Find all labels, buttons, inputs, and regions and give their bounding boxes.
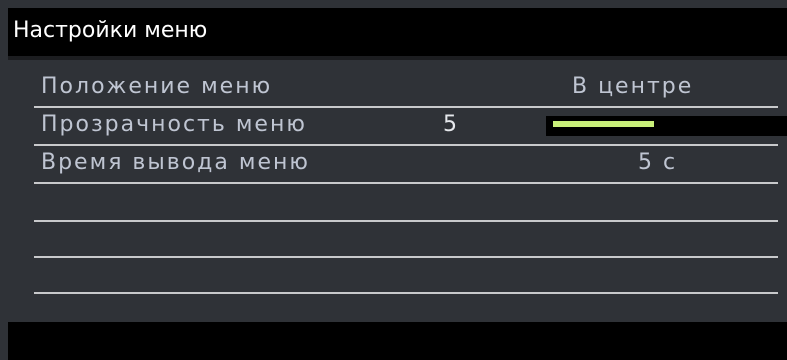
menu-display-time-row[interactable]: Время вывода меню 5 с [34,146,778,184]
osd-menu: Настройки меню Положение меню В центре П… [0,0,787,360]
menu-transparency-value: 5 [443,112,457,137]
menu-display-time-label: Время вывода меню [41,150,310,175]
menu-position-row[interactable]: Положение меню В центре [34,70,778,108]
menu-display-time-value[interactable]: 5 с [638,150,677,175]
bottom-bar [8,322,787,360]
menu-transparency-label: Прозрачность меню [41,112,307,137]
settings-panel: Положение меню В центре Прозрачность мен… [8,56,787,326]
menu-position-label: Положение меню [41,74,273,99]
transparency-slider-fill [553,121,654,127]
menu-transparency-row[interactable]: Прозрачность меню 5 [34,108,787,146]
transparency-slider[interactable] [546,116,787,136]
title-bar: Настройки меню [8,8,787,56]
menu-title: Настройки меню [13,18,208,43]
empty-row [34,256,778,294]
empty-row [34,220,778,258]
menu-position-value[interactable]: В центре [572,74,693,99]
empty-row [34,184,778,222]
